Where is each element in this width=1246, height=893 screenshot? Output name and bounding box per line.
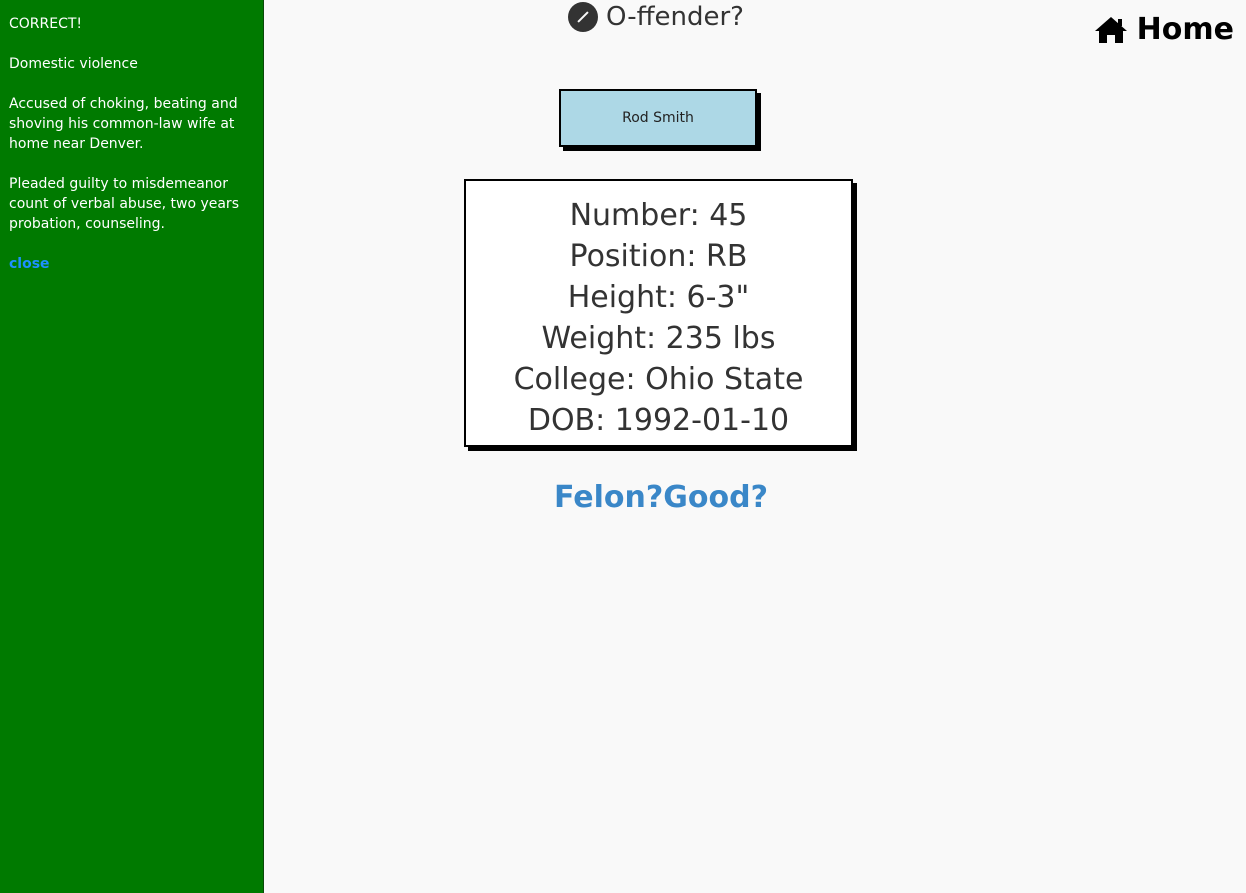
app-title: O-ffender? <box>568 0 758 34</box>
player-name-button[interactable]: Rod Smith <box>559 89 757 147</box>
main-content: O-ffender? Home Rod Smith Number: 45 Pos… <box>265 0 1246 893</box>
football-icon <box>568 2 598 32</box>
good-button[interactable]: Good? <box>663 480 768 515</box>
house-icon <box>1093 15 1129 45</box>
result-sidebar: CORRECT! Domestic violence Accused of ch… <box>0 0 264 893</box>
player-number: Number: 45 <box>569 198 748 233</box>
answer-choices: Felon? Good? <box>554 480 768 515</box>
player-dob: DOB: 1992-01-10 <box>527 403 790 438</box>
result-status: CORRECT! <box>9 16 83 32</box>
offense-type: Domestic violence <box>9 56 138 72</box>
player-college: College: Ohio State <box>513 362 804 397</box>
player-weight: Weight: 235 lbs <box>541 321 776 356</box>
app-title-text: O-ffender? <box>606 2 744 32</box>
felon-button[interactable]: Felon? <box>554 480 663 515</box>
outcome-text: Pleaded guilty to misdemeanor count of v… <box>9 176 239 232</box>
close-link[interactable]: close <box>9 256 50 272</box>
accusation-text: Accused of choking, beating and shoving … <box>9 96 238 152</box>
player-position: Position: RB <box>569 239 748 274</box>
player-height: Height: 6-3" <box>567 280 750 315</box>
player-info-card: Number: 45 Position: RB Height: 6-3" Wei… <box>464 179 853 447</box>
home-label: Home <box>1136 12 1234 47</box>
home-link[interactable]: Home <box>1093 12 1234 47</box>
